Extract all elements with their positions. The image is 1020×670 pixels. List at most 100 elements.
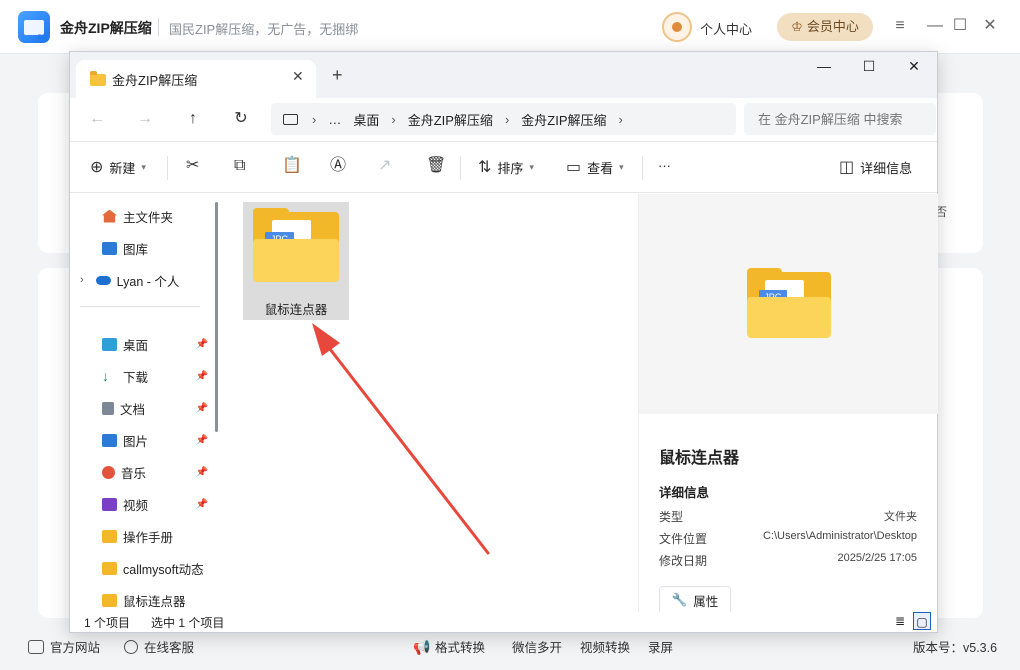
folder-jpg-icon: JPG (253, 207, 339, 282)
detail-row-type: 类型 文件夹 (659, 508, 917, 525)
list-view-icon[interactable]: ≣ (891, 612, 909, 630)
sidebar-item-label: 操作手册 (123, 530, 174, 545)
more-button[interactable]: ··· (658, 158, 671, 173)
scissors-icon: ✂ (186, 157, 200, 174)
explorer-close-button[interactable]: ✕ (900, 58, 928, 78)
selected-count: 选中 1 个项目 (151, 616, 225, 630)
app-slogan: 国民ZIP解压缩，无广告，无捆绑 (169, 22, 359, 37)
item-count: 1 个项目 (84, 616, 131, 630)
official-site-link[interactable]: 官方网站 (28, 637, 100, 656)
divider (642, 156, 643, 180)
folder-icon (102, 561, 117, 575)
explorer-maximize-button[interactable]: ☐ (855, 58, 883, 78)
sort-button[interactable]: ⇅ 排序 ▾ (478, 158, 534, 177)
navigation-bar: ← → ↑ ↻ › … 桌面 › 金舟ZIP解压缩 › 金舟ZIP解压缩 › (70, 98, 937, 142)
sidebar-item-folder[interactable]: 鼠标连点器 (102, 586, 220, 612)
share-button[interactable]: ↗ (378, 158, 391, 174)
copy-button[interactable]: ⧉ (234, 158, 245, 174)
rename-button[interactable]: Ⓐ (330, 158, 346, 174)
sidebar-item-downloads[interactable]: ↓ 下载 📌 (102, 362, 208, 390)
sidebar-item-folder[interactable]: callmysoft动态 (102, 554, 212, 582)
official-site-label: 官方网站 (50, 641, 101, 655)
menu-button[interactable]: ≡ (890, 16, 910, 36)
explorer-tab[interactable]: 金舟ZIP解压缩 ✕ (76, 60, 316, 98)
wechat-multi-link[interactable]: 微信多开 (512, 637, 562, 656)
detail-row-modified: 修改日期 2025/2/25 17:05 (659, 552, 917, 569)
pin-icon: 📌 (195, 498, 208, 510)
maximize-button[interactable]: ☐ (950, 16, 970, 36)
file-item-folder[interactable]: JPG 鼠标连点器 (243, 202, 349, 320)
divider (80, 306, 200, 307)
sidebar-item-folder[interactable]: 操作手册 (102, 522, 220, 550)
sidebar-item-home[interactable]: 主文件夹 (102, 202, 220, 230)
sidebar-item-label: 图片 (123, 434, 149, 449)
new-tab-button[interactable]: + (332, 65, 343, 86)
pin-icon: 📌 (195, 402, 208, 414)
details-pane-icon: ◫ (839, 158, 855, 176)
format-convert-link[interactable]: 📢 格式转换 (413, 637, 485, 656)
gallery-icon (102, 241, 117, 255)
details-heading: 详细信息 (659, 486, 710, 500)
close-button[interactable]: ✕ (980, 16, 1000, 36)
view-button[interactable]: ▭ 查看 ▾ (566, 158, 624, 177)
chevron-right-icon: › (391, 111, 396, 127)
sidebar-item-label: 鼠标连点器 (123, 594, 186, 609)
pin-icon: 📌 (195, 338, 208, 350)
explorer-minimize-button[interactable]: — (810, 58, 838, 78)
video-convert-link[interactable]: 视频转换 (580, 637, 630, 656)
preview-area: JPG (639, 194, 938, 414)
minimize-button[interactable]: — (925, 16, 945, 36)
chevron-right-icon: › (504, 111, 510, 127)
folder-icon (102, 593, 117, 607)
details-button[interactable]: ◫ 详细信息 (839, 158, 912, 177)
new-button[interactable]: ⊕ 新建 ▾ (90, 158, 146, 177)
sidebar-item-music[interactable]: 音乐 📌 (102, 458, 208, 486)
breadcrumb-subfolder[interactable]: 金舟ZIP解压缩 (515, 110, 612, 129)
paste-button[interactable]: 📋 (282, 158, 302, 174)
folder-jpg-icon: JPG (747, 267, 831, 338)
sidebar-item-onedrive[interactable]: › Lyan - 个人 (80, 266, 220, 294)
breadcrumb-folder[interactable]: 金舟ZIP解压缩 (402, 110, 499, 129)
copy-icon: ⧉ (234, 157, 246, 174)
sidebar-scrollbar[interactable] (215, 202, 218, 432)
breadcrumb-overflow[interactable]: … (322, 112, 347, 127)
search-input[interactable] (744, 103, 936, 135)
app-footer: 官方网站 在线客服 📢 格式转换 微信多开 视频转换 录屏 版本号：v5.3.6 (0, 630, 1020, 670)
user-avatar-icon[interactable] (662, 12, 692, 42)
cut-button[interactable]: ✂ (186, 158, 199, 174)
sidebar-item-gallery[interactable]: 图库 (102, 234, 220, 262)
sidebar-item-videos[interactable]: 视频 📌 (102, 490, 208, 518)
cloud-icon (95, 275, 111, 285)
sidebar-item-label: 图库 (123, 242, 149, 257)
sidebar-item-documents[interactable]: 文档 📌 (102, 394, 208, 422)
detail-value: 2025/2/25 17:05 (837, 552, 917, 564)
properties-button[interactable]: 🔧 属性 (659, 586, 731, 614)
sort-label: 排序 (497, 161, 524, 176)
screen-record-link[interactable]: 录屏 (648, 637, 673, 656)
detail-label: 文件位置 (659, 532, 708, 546)
command-bar: ⊕ 新建 ▾ ✂ ⧉ 📋 Ⓐ ↗ 🗑 ⇅ 排序 ▾ ▭ 查看 ▾ ··· ◫ 详… (70, 143, 937, 193)
details-label: 详细信息 (860, 161, 913, 176)
megaphone-icon: 📢 (413, 638, 431, 655)
tab-close-button[interactable]: ✕ (292, 68, 304, 85)
user-center-link[interactable]: 个人中心 (700, 19, 752, 38)
plus-circle-icon: ⊕ (90, 158, 104, 176)
back-button[interactable]: ← (86, 108, 108, 130)
app-title: 金舟ZIP解压缩 (60, 20, 152, 36)
breadcrumb-desktop[interactable]: 桌面 (347, 110, 385, 129)
delete-button[interactable]: 🗑 (426, 158, 446, 174)
sidebar-item-label: 文档 (120, 402, 146, 417)
vip-center-button[interactable]: ♔ 会员中心 (777, 13, 873, 41)
navigation-pane: 主文件夹 图库 › Lyan - 个人 桌面 📌 ↓ 下载 📌 文档 📌 图片 … (70, 194, 220, 612)
music-icon (102, 465, 115, 479)
address-bar[interactable]: › … 桌面 › 金舟ZIP解压缩 › 金舟ZIP解压缩 › (271, 103, 736, 135)
tiles-view-icon[interactable]: ▢ (913, 612, 931, 630)
sort-icon: ⇅ (478, 158, 492, 176)
online-service-link[interactable]: 在线客服 (124, 637, 194, 656)
refresh-button[interactable]: ↻ (230, 108, 252, 130)
folder-icon (90, 71, 106, 86)
forward-button[interactable]: → (134, 108, 156, 130)
sidebar-item-pictures[interactable]: 图片 📌 (102, 426, 208, 454)
up-button[interactable]: ↑ (182, 108, 204, 130)
sidebar-item-desktop[interactable]: 桌面 📌 (102, 330, 208, 358)
